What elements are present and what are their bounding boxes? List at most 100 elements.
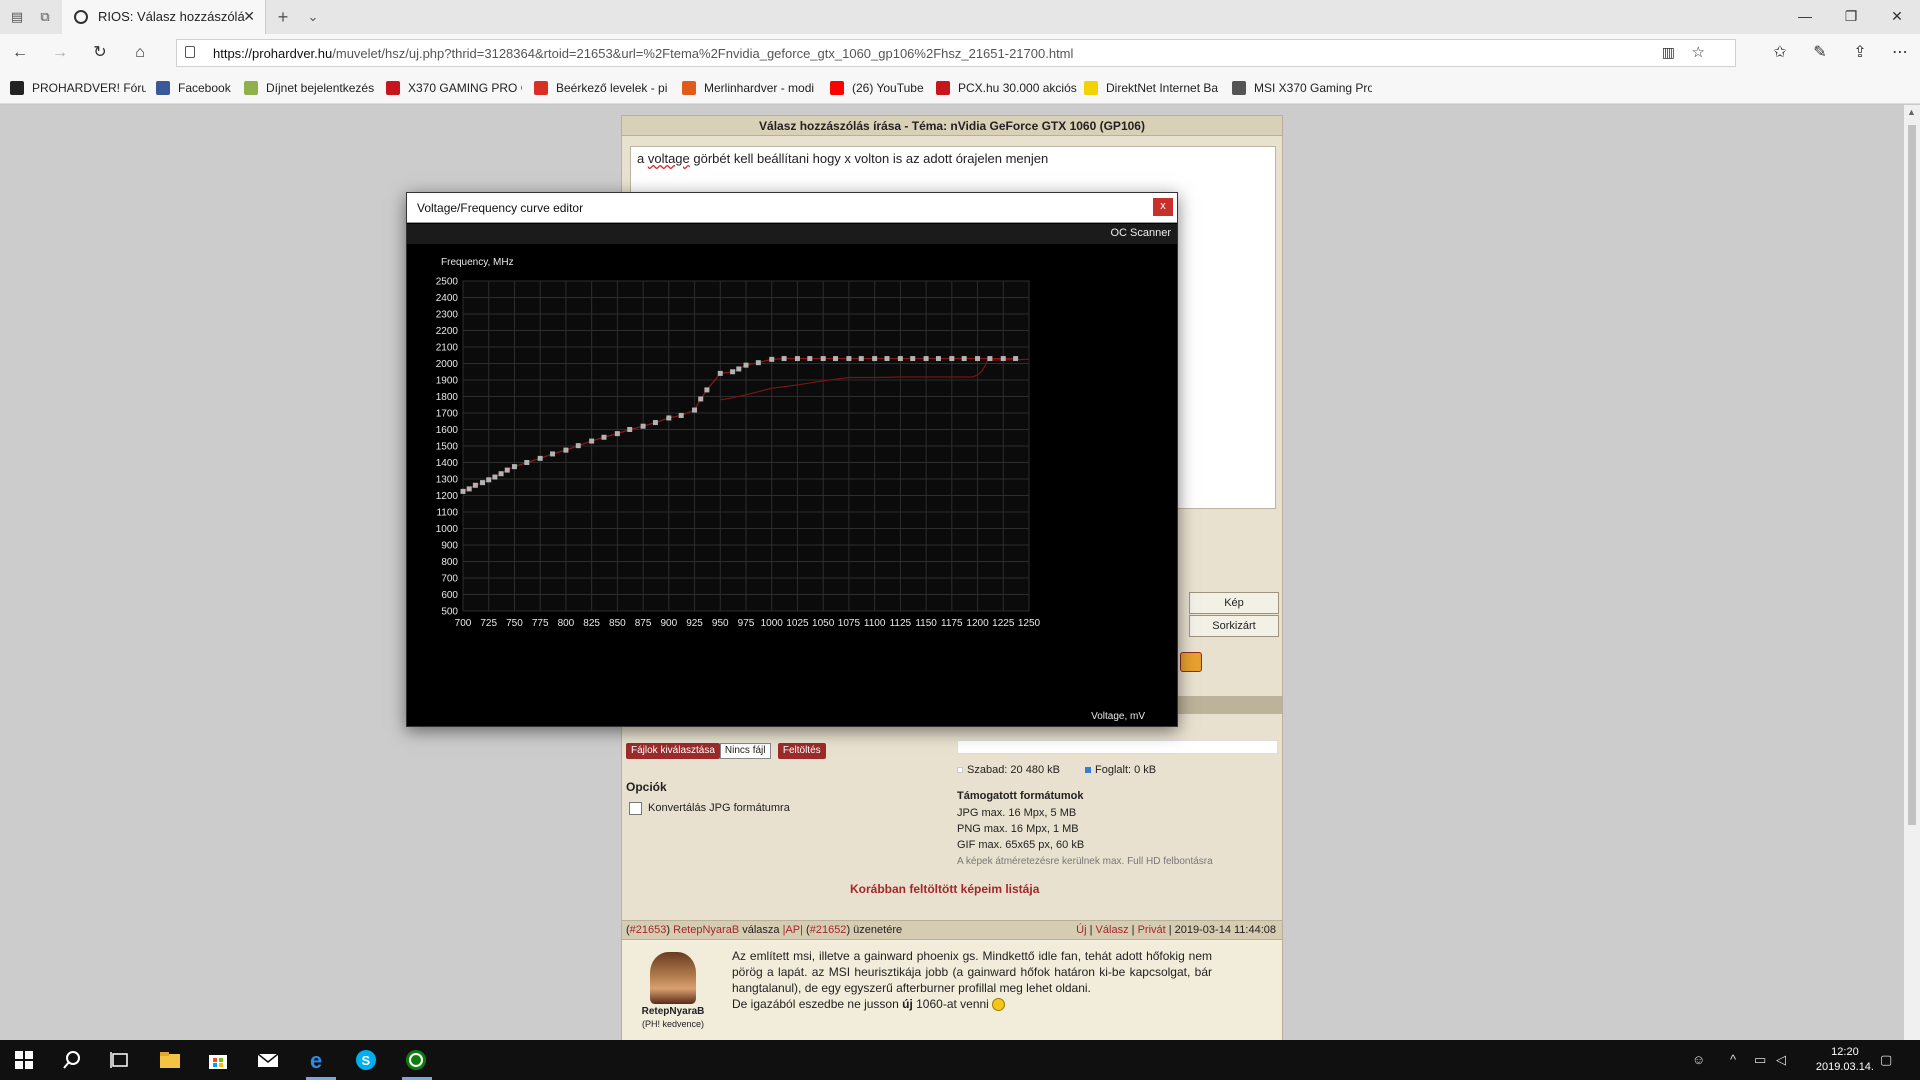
curve-point[interactable] [743,362,749,368]
post-reply-link[interactable]: Válasz [1096,924,1129,936]
tab-close-icon[interactable]: ✕ [243,8,255,25]
previous-images-link[interactable]: Korábban feltöltött képeim listája [850,882,1039,896]
curve-point[interactable] [730,369,736,375]
set-aside-tabs-icon[interactable]: ⧉ [34,6,56,28]
curve-point[interactable] [480,480,486,486]
tab-manager-icon[interactable]: ▤ [6,6,28,28]
share-icon[interactable]: ⇪ [1848,42,1872,64]
upload-button[interactable]: Feltöltés [777,743,826,759]
favorite-item[interactable]: X370 GAMING PRO C [386,79,522,97]
favorite-item[interactable]: Facebook [156,79,240,97]
avatar-name[interactable]: RetepNyaraB [636,1006,710,1017]
mail-icon[interactable] [256,1048,280,1072]
curve-point[interactable] [781,356,787,362]
curve-point[interactable] [460,488,466,494]
curve-point[interactable] [492,474,498,480]
refresh-icon[interactable]: ↻ [88,42,112,64]
people-icon[interactable]: ☺ [1692,1052,1705,1067]
scroll-up-icon[interactable]: ▲ [1907,107,1916,117]
volume-icon[interactable]: ◁ [1776,1052,1786,1068]
curve-point[interactable] [820,356,826,362]
curve-point[interactable] [1000,356,1006,362]
curve-point[interactable] [858,356,864,362]
vf-curve-chart[interactable]: 500 600 700 800 900 1000 1100 1200 1300 1400 1500 1… [407,244,1177,726]
windows-start-icon[interactable] [12,1048,36,1072]
curve-point[interactable] [640,423,646,429]
curve-point[interactable] [524,460,530,465]
curve-point[interactable] [975,356,981,362]
curve-point[interactable] [589,438,595,444]
curve-point[interactable] [652,420,658,426]
curve-point[interactable] [627,427,633,432]
back-icon[interactable]: ← [8,42,32,64]
skype-icon[interactable]: S [354,1048,378,1072]
file-explorer-icon[interactable] [158,1048,182,1072]
curve-point[interactable] [678,412,684,418]
new-tab-icon[interactable]: + [272,6,294,28]
choose-files-button[interactable]: Fájlok kiválasztása [626,743,720,759]
curve-point[interactable] [717,370,723,376]
curve-point[interactable] [910,356,916,362]
curve-point[interactable] [537,455,543,461]
tab-preview-chevron-icon[interactable]: ⌄ [302,6,324,28]
curve-point[interactable] [949,356,955,362]
network-icon[interactable]: ▭ [1754,1052,1766,1068]
curve-point[interactable] [614,431,620,437]
curve-point[interactable] [550,451,556,457]
curve-point[interactable] [884,356,890,362]
favorite-item[interactable]: MSI X370 Gaming Pro [1232,79,1372,97]
search-icon[interactable] [60,1048,84,1072]
store-icon[interactable] [206,1048,230,1072]
post-new-link[interactable]: Új [1076,924,1086,936]
emoji-icon[interactable] [1180,652,1202,672]
dialog-close-button[interactable]: x [1153,198,1173,216]
favorite-item[interactable]: Merlinhardver - modi [682,79,820,97]
reply-to-link[interactable]: #21652 [810,924,847,936]
system-clock[interactable]: 12:20 2019.03.14. [1816,1045,1874,1075]
curve-point[interactable] [794,356,800,362]
justify-button[interactable]: Sorkizárt [1189,615,1279,637]
settings-more-icon[interactable]: ⋯ [1888,42,1912,64]
post-private-link[interactable]: Privát [1138,924,1166,936]
curve-point[interactable] [736,366,742,372]
favorite-item[interactable]: PROHARDVER! Fórun [10,79,146,97]
post-ap-link[interactable]: |AP| [783,924,803,936]
page-scrollbar[interactable]: ▲ [1904,105,1920,1040]
tab-active[interactable]: RIOS: Válasz hozzászólá ✕ [62,0,266,34]
task-view-icon[interactable] [108,1048,132,1072]
curve-point[interactable] [563,447,569,453]
curve-point[interactable] [961,356,967,362]
curve-point[interactable] [472,482,478,488]
curve-point[interactable] [504,467,510,473]
oc-scanner-button[interactable]: OC Scanner [1110,227,1171,239]
curve-point[interactable] [601,434,607,440]
curve-point[interactable] [755,360,761,366]
maximize-button[interactable]: ❐ [1828,0,1874,34]
window-close-button[interactable]: ✕ [1874,0,1920,34]
minimize-button[interactable]: — [1782,0,1828,34]
curve-point[interactable] [987,356,993,362]
dialog-titlebar[interactable]: Voltage/Frequency curve editor x [407,193,1177,223]
favorite-item[interactable]: PCX.hu 30.000 akciós [936,79,1080,97]
favorite-item[interactable]: (26) YouTube [830,79,938,97]
favorite-star-icon[interactable]: ☆ [1692,43,1705,61]
curve-point[interactable] [769,356,775,362]
curve-point[interactable] [498,471,504,477]
favorite-item[interactable]: Díjnet bejelentkezés [244,79,376,97]
scrollbar-thumb[interactable] [1908,125,1916,825]
forward-icon[interactable]: → [48,42,72,64]
curve-point[interactable] [897,356,903,362]
curve-point[interactable] [846,356,852,362]
curve-point[interactable] [575,443,581,449]
curve-point[interactable] [692,407,698,413]
curve-point[interactable] [511,464,517,470]
web-note-icon[interactable]: ✎ [1808,42,1832,64]
reading-view-icon[interactable]: ▥ [1662,44,1675,61]
curve-point[interactable] [666,415,672,421]
curve-point[interactable] [486,477,492,483]
url-input[interactable]: https://prohardver.hu/muvelet/hsz/uj.php… [176,39,1736,67]
xbox-icon[interactable] [404,1048,428,1072]
curve-point[interactable] [935,356,941,362]
notifications-icon[interactable]: ▢ [1880,1052,1892,1068]
favorites-hub-icon[interactable]: ✩ [1768,42,1792,64]
